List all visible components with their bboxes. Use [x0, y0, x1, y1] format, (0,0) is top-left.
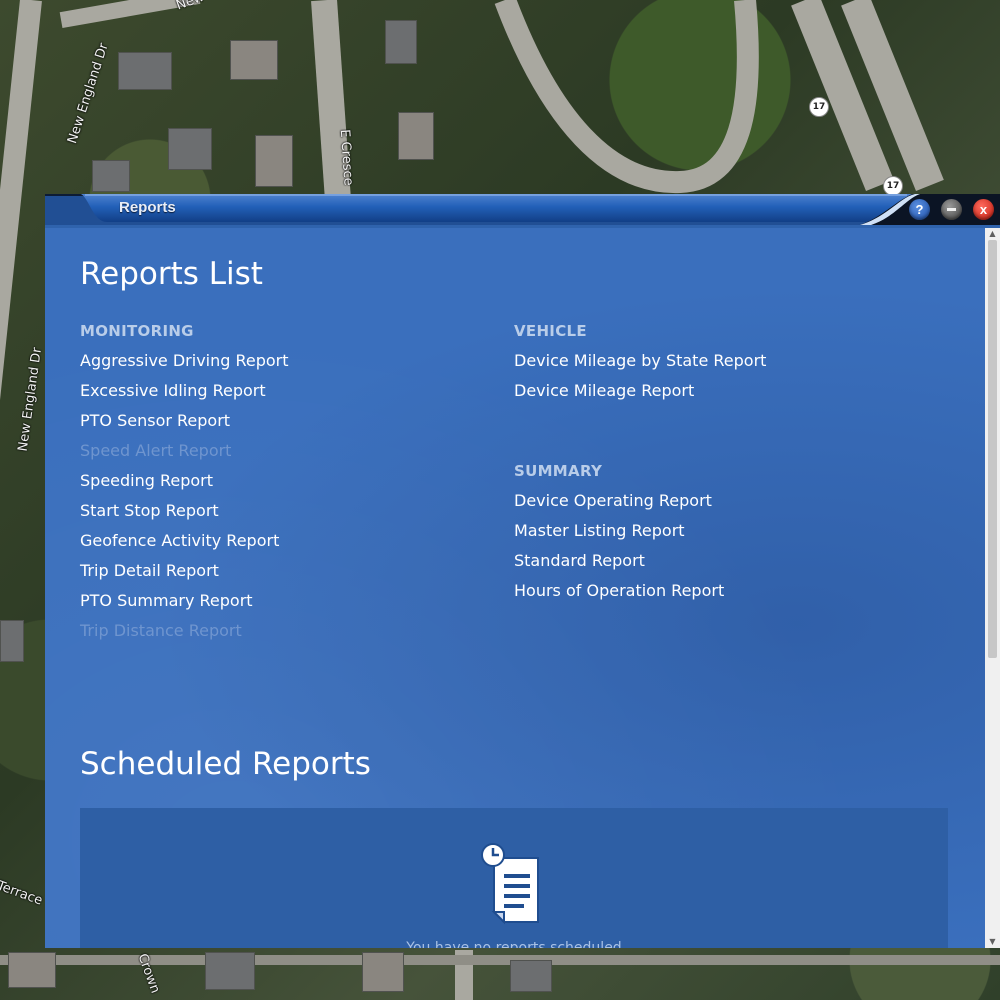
monitoring-section-title: MONITORING [80, 322, 194, 340]
report-link-standard[interactable]: Standard Report [514, 552, 766, 582]
map-street-label: Terrace [0, 878, 45, 909]
reports-panel: Reports List MONITORING Aggressive Drivi… [45, 228, 985, 948]
reports-list-heading: Reports List [80, 256, 263, 292]
report-link-master-listing[interactable]: Master Listing Report [514, 522, 766, 552]
report-link-pto-sensor[interactable]: PTO Sensor Report [80, 412, 289, 442]
report-link-pto-summary[interactable]: PTO Summary Report [80, 592, 289, 622]
report-link-trip-detail[interactable]: Trip Detail Report [80, 562, 289, 592]
report-link-device-mileage-by-state[interactable]: Device Mileage by State Report [514, 352, 766, 382]
help-button[interactable]: ? [909, 199, 930, 220]
map-street-label: E Cresce [336, 128, 356, 187]
scroll-up-icon[interactable]: ▲ [985, 228, 1000, 240]
map-street-label: New [174, 0, 207, 14]
window-title: Reports [119, 199, 176, 216]
monitoring-section: MONITORING Aggressive Driving Report Exc… [80, 322, 289, 652]
report-link-speeding[interactable]: Speeding Report [80, 472, 289, 502]
report-link-speed-alert: Speed Alert Report [80, 441, 232, 460]
vehicle-section-title: VEHICLE [514, 322, 587, 340]
report-link-hours-of-operation[interactable]: Hours of Operation Report [514, 582, 766, 612]
map-street-label: New England Dr [15, 346, 46, 453]
right-column: VEHICLE Device Mileage by State Report D… [514, 322, 766, 612]
scheduled-reports-empty-state: You have no reports scheduled [80, 808, 948, 948]
window-titlebar[interactable]: Reports ? x [45, 192, 1000, 228]
vertical-scrollbar[interactable]: ▲ ▼ [985, 228, 1000, 948]
scheduled-report-document-icon [481, 843, 539, 925]
report-link-excessive-idling[interactable]: Excessive Idling Report [80, 382, 289, 412]
report-link-trip-distance: Trip Distance Report [80, 621, 242, 640]
report-link-device-mileage[interactable]: Device Mileage Report [514, 382, 766, 412]
scheduled-reports-empty-message: You have no reports scheduled [406, 940, 622, 948]
scheduled-reports-heading: Scheduled Reports [80, 746, 371, 782]
scrollbar-thumb[interactable] [988, 240, 997, 658]
map-street-label: New England Dr [65, 41, 112, 146]
report-link-start-stop[interactable]: Start Stop Report [80, 502, 289, 532]
report-link-geofence-activity[interactable]: Geofence Activity Report [80, 532, 289, 562]
route-shield-icon: 17 [809, 97, 829, 117]
scroll-down-icon[interactable]: ▼ [985, 936, 1000, 948]
summary-section-title: SUMMARY [514, 462, 603, 480]
report-link-device-operating[interactable]: Device Operating Report [514, 492, 766, 522]
close-button[interactable]: x [973, 199, 994, 220]
minimize-button[interactable] [941, 199, 962, 220]
report-link-aggressive-driving[interactable]: Aggressive Driving Report [80, 352, 289, 382]
reports-window: Reports ? x Reports List MONITORING Aggr… [45, 192, 1000, 948]
